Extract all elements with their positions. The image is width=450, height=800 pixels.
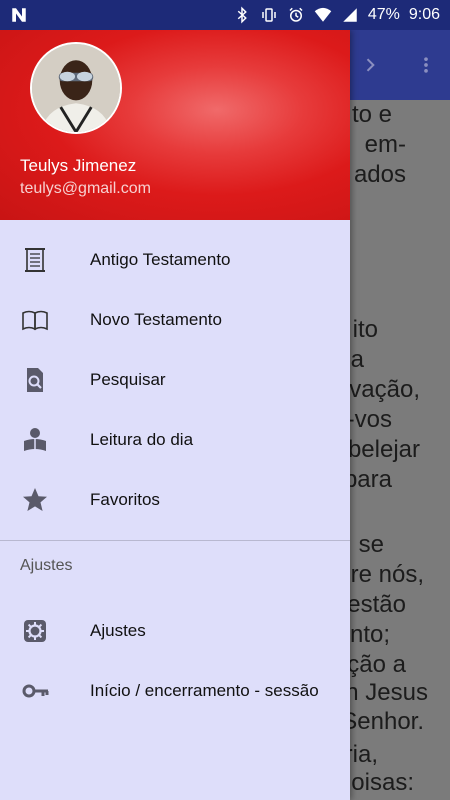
menu-item-label: Pesquisar	[90, 370, 166, 389]
text-line: re nós,	[350, 561, 424, 588]
user-name: Teulys Jimenez	[20, 156, 137, 175]
menu-item-label: Leitura do dia	[90, 430, 194, 449]
overflow-menu-icon[interactable]	[412, 50, 440, 80]
gear-icon	[20, 616, 50, 646]
menu-item-label: Ajustes	[90, 621, 146, 640]
book-open-icon	[20, 305, 50, 335]
text-line: n Jesus	[345, 679, 428, 706]
menu-item-pesquisar[interactable]: Pesquisar	[0, 350, 350, 410]
reader-icon	[20, 425, 50, 455]
avatar[interactable]	[30, 42, 122, 134]
text-line: belejar	[347, 436, 420, 463]
text-line: a	[350, 346, 364, 373]
menu-item-label: Antigo Testamento	[90, 250, 231, 269]
notification-n-icon	[10, 6, 28, 24]
bluetooth-icon	[233, 6, 251, 24]
alarm-icon	[287, 6, 305, 24]
user-email: teulys@gmail.com	[20, 180, 151, 197]
key-icon	[20, 676, 50, 706]
section-title-ajustes: Ajustes	[20, 557, 73, 574]
battery-percent: 47%	[367, 6, 400, 23]
vibrate-icon	[260, 6, 278, 24]
scroll-icon	[20, 245, 50, 275]
text-line: em-	[364, 131, 406, 158]
wifi-icon	[314, 6, 332, 24]
menu-item-sessao[interactable]: Início / encerramento - sessão	[0, 661, 350, 721]
text-line: vação,	[349, 376, 420, 403]
menu-item-ajustes[interactable]: Ajustes	[0, 601, 350, 661]
menu-item-favoritos[interactable]: Favoritos	[0, 470, 350, 530]
text-line: estão	[347, 591, 406, 618]
chevron-right-icon[interactable]	[356, 50, 384, 80]
text-line: ção a	[347, 651, 406, 678]
drawer-menu: Antigo Testamento Novo Testamento Pesqui…	[0, 220, 350, 530]
text-line: se	[358, 531, 384, 558]
text-line: to e	[351, 101, 392, 128]
search-document-icon	[20, 365, 50, 395]
signal-icon	[341, 6, 359, 24]
text-line: oisas:	[351, 769, 414, 796]
drawer-header: Teulys Jimenez teulys@gmail.com	[0, 30, 350, 220]
text-line: -vos	[346, 406, 392, 433]
menu-item-novo-testamento[interactable]: Novo Testamento	[0, 290, 350, 350]
menu-item-label: Favoritos	[90, 490, 160, 509]
text-line: nto;	[349, 621, 390, 648]
clock: 9:06	[408, 6, 440, 23]
menu-item-antigo-testamento[interactable]: Antigo Testamento	[0, 230, 350, 290]
text-line: para	[343, 466, 392, 493]
menu-item-label: Início / encerramento - sessão	[90, 681, 319, 700]
navigation-drawer: Teulys Jimenez teulys@gmail.com Antigo T…	[0, 30, 350, 800]
text-line: Senhor.	[341, 708, 424, 735]
star-icon	[20, 485, 50, 515]
status-bar: 47% 9:06	[0, 0, 450, 30]
menu-item-leitura-do-dia[interactable]: Leitura do dia	[0, 410, 350, 470]
menu-item-label: Novo Testamento	[90, 310, 222, 329]
text-line: ito	[352, 316, 378, 343]
text-line: ados	[353, 161, 406, 188]
settings-menu: Ajustes Início / encerramento - sessão	[0, 591, 350, 721]
